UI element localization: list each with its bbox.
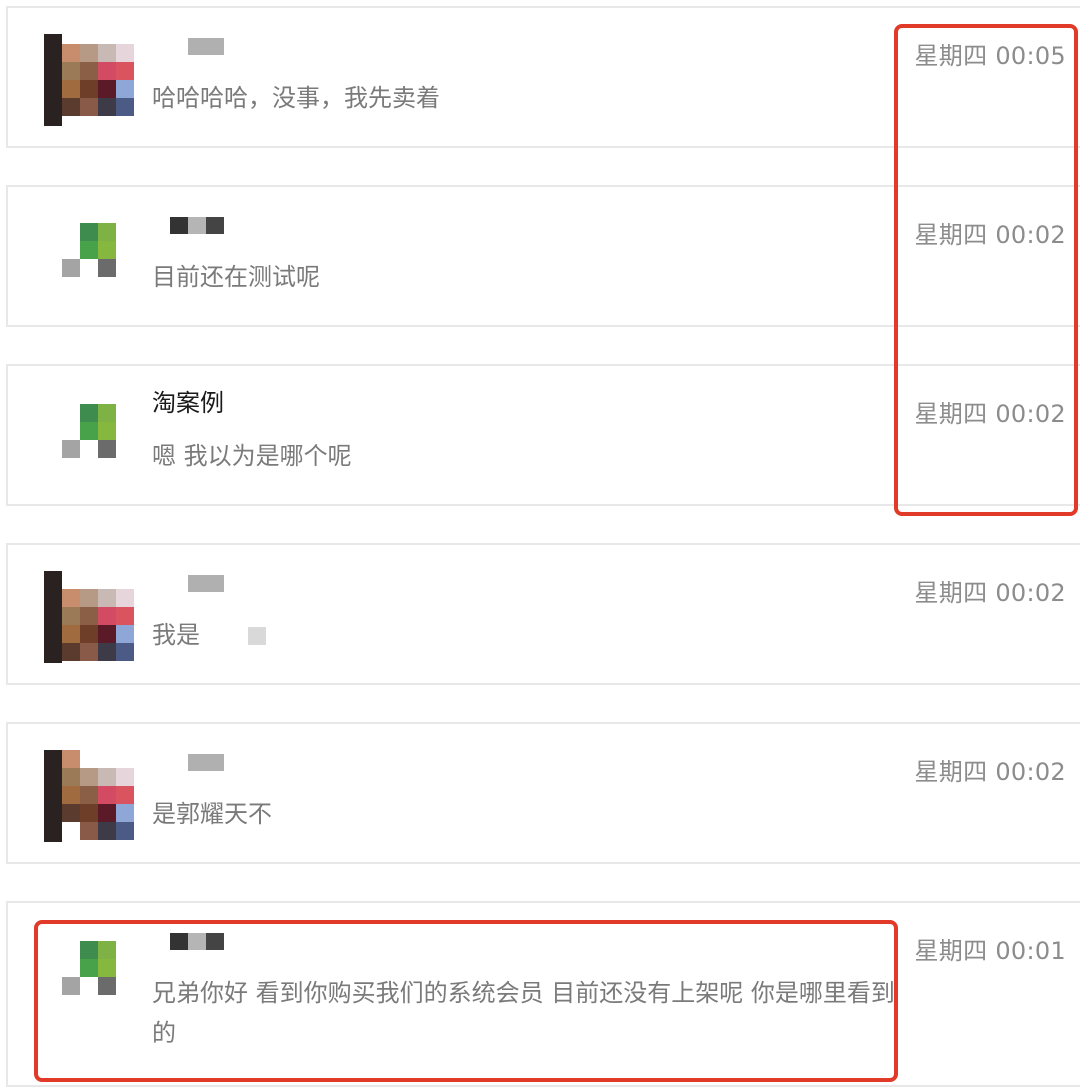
chat-message: 哈哈哈哈，没事，我先卖着: [152, 84, 440, 112]
chat-message: 嗯 我以为是哪个呢: [152, 442, 352, 470]
highlight-box-message: [34, 920, 898, 1082]
photo-avatar: [44, 750, 136, 842]
highlight-box-times: [894, 24, 1078, 516]
chat-item[interactable]: 我是 星期四 00:02: [6, 543, 1080, 685]
logo-avatar: [44, 392, 136, 484]
photo-avatar: [44, 34, 136, 126]
chat-message: 目前还在测试呢: [152, 263, 320, 291]
chat-message-text: 我是: [152, 621, 200, 649]
chat-time: 星期四 00:01: [914, 937, 1066, 965]
chat-message: 我是: [152, 615, 900, 655]
chat-name: 淘案例: [152, 389, 224, 417]
logo-avatar: [44, 213, 136, 305]
chat-name: [152, 28, 224, 62]
chat-name: [152, 207, 224, 241]
chat-list: 哈哈哈哈，没事，我先卖着 星期四 00:05 目前还在测试呢 星期四 00:02: [0, 0, 1080, 1087]
chat-item[interactable]: 是郭耀天不 星期四 00:02: [6, 722, 1080, 864]
redaction-block: [247, 627, 266, 645]
chat-time: 星期四 00:02: [914, 579, 1066, 607]
photo-avatar: [44, 571, 136, 663]
chat-name: [152, 744, 224, 778]
chat-message: 是郭耀天不: [152, 800, 272, 828]
chat-name: [152, 565, 224, 599]
chat-time: 星期四 00:02: [914, 758, 1066, 786]
